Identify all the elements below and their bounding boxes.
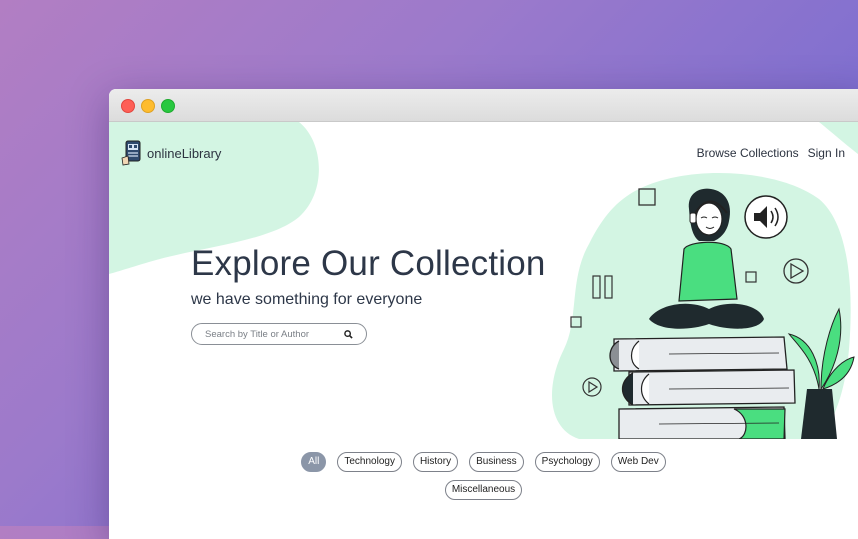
filter-chip-all[interactable]: All [301,452,327,472]
title-bar [109,89,858,122]
search-input[interactable] [203,327,342,341]
minimize-window-button[interactable] [141,99,155,113]
browser-window: onlineLibrary Browse Collections Sign In… [109,89,858,539]
hero-title: Explore Our Collection [191,244,546,283]
book-reader-icon [121,140,141,166]
search-box [191,323,367,345]
filter-chip-technology[interactable]: Technology [337,452,402,472]
filter-chip-web-dev[interactable]: Web Dev [610,452,666,472]
zoom-window-button[interactable] [161,99,175,113]
page-content: onlineLibrary Browse Collections Sign In… [109,122,858,539]
nav-sign-in[interactable]: Sign In [808,146,845,160]
hero-illustration [552,172,855,439]
close-window-button[interactable] [121,99,135,113]
filter-chip-miscellaneous[interactable]: Miscellaneous [444,480,523,500]
filter-chip-history[interactable]: History [412,452,459,472]
nav-browse-collections[interactable]: Browse Collections [697,146,799,160]
top-nav: Browse Collections Sign In [697,146,845,160]
category-filters: All Technology History Business Psychology We… [109,452,858,500]
brand-logo[interactable]: onlineLibrary [121,140,221,166]
hero-subtitle: we have something for everyone [191,291,423,308]
search-icon[interactable] [344,330,353,339]
filter-chip-business[interactable]: Business [469,452,524,472]
brand-name: onlineLibrary [147,145,222,161]
filter-chip-psychology[interactable]: Psychology [534,452,600,472]
